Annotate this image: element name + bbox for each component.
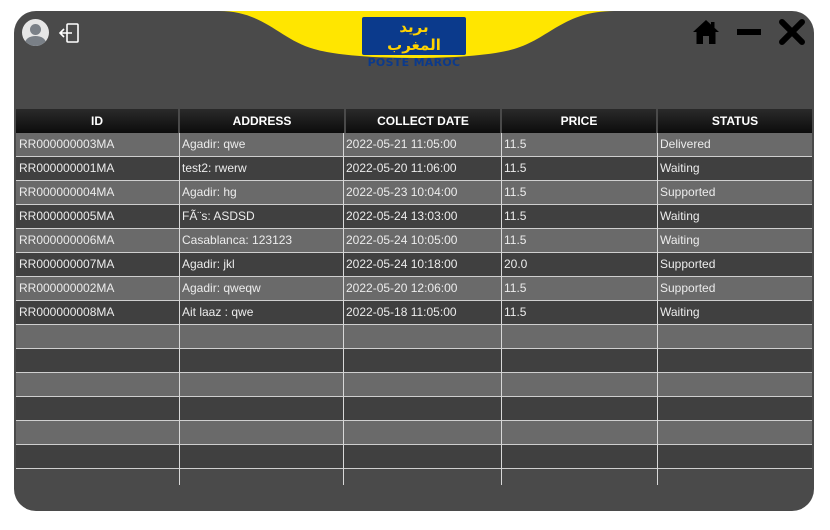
table-row[interactable]: RR000000008MA Ait laaz : qwe 2022-05-18 11… [16, 301, 812, 324]
cell-price: 20.0 [504, 257, 528, 271]
cell-price: 11.5 [504, 161, 527, 175]
cell-address: Agadir: jkl [182, 257, 235, 271]
cell-id: RR000000002MA [19, 281, 115, 295]
cell-collect-date: 2022-05-20 12:06:00 [346, 281, 458, 295]
cell-address: Agadir: qweqw [182, 281, 261, 295]
column-divider [501, 133, 502, 485]
column-header-status[interactable]: STATUS [658, 109, 812, 133]
cell-collect-date: 2022-05-24 10:18:00 [346, 257, 458, 271]
cell-price: 11.5 [504, 137, 527, 151]
cell-id: RR000000004MA [19, 185, 115, 199]
table-row[interactable]: RR000000002MA Agadir: qweqw 2022-05-20 12:… [16, 277, 812, 300]
close-icon[interactable] [779, 19, 805, 45]
minimize-icon[interactable] [736, 20, 762, 44]
cell-status: Delivered [660, 137, 711, 151]
cell-address: Casablanca: 123123 [182, 233, 293, 247]
cell-price: 11.5 [504, 233, 527, 247]
empty-table-row[interactable] [16, 325, 812, 348]
home-icon[interactable] [692, 19, 720, 45]
cell-address: FÃ¨s: ASDSD [182, 209, 255, 223]
logo-arabic-text: بريد المغرب [362, 17, 466, 55]
cell-address: test2: rwerw [182, 161, 247, 175]
user-avatar-icon[interactable] [22, 19, 49, 46]
cell-id: RR000000008MA [19, 305, 115, 319]
table-row[interactable]: RR000000005MA FÃ¨s: ASDSD 2022-05-24 13:03… [16, 205, 812, 228]
column-header-address[interactable]: ADDRESS [180, 109, 344, 133]
empty-table-row[interactable] [16, 397, 812, 420]
empty-table-row[interactable] [16, 445, 812, 468]
empty-table-row[interactable] [16, 349, 812, 372]
logout-icon[interactable] [58, 21, 82, 45]
column-header-id[interactable]: ID [16, 109, 178, 133]
cell-status: Waiting [660, 161, 700, 175]
empty-table-row[interactable] [16, 373, 812, 396]
cell-collect-date: 2022-05-24 13:03:00 [346, 209, 458, 223]
cell-collect-date: 2022-05-21 11:05:00 [346, 137, 457, 151]
cell-status: Supported [660, 257, 716, 271]
column-divider [657, 133, 658, 485]
table-row[interactable]: RR000000003MA Agadir: qwe 2022-05-21 11:05… [16, 133, 812, 156]
table-row[interactable]: RR000000004MA Agadir: hg 2022-05-23 10:04:… [16, 181, 812, 204]
cell-address: Ait laaz : qwe [182, 305, 254, 319]
cell-id: RR000000001MA [19, 161, 115, 175]
cell-status: Waiting [660, 209, 700, 223]
empty-table-row[interactable] [16, 421, 812, 444]
cell-id: RR000000003MA [19, 137, 115, 151]
cell-collect-date: 2022-05-24 10:05:00 [346, 233, 458, 247]
cell-price: 11.5 [504, 281, 527, 295]
table-row[interactable]: RR000000001MA test2: rwerw 2022-05-20 11:0… [16, 157, 812, 180]
cell-status: Supported [660, 281, 716, 295]
column-header-price[interactable]: PRICE [502, 109, 656, 133]
row-divider [16, 468, 812, 469]
main-window: بريد المغرب POSTE MAROC ID ADDRESS COLLECT… [14, 11, 814, 511]
table-row[interactable]: RR000000006MA Casablanca: 123123 2022-05-2… [16, 229, 812, 252]
cell-id: RR000000006MA [19, 233, 115, 247]
column-divider [179, 133, 180, 485]
cell-id: RR000000005MA [19, 209, 115, 223]
cell-status: Waiting [660, 305, 700, 319]
cell-price: 11.5 [504, 185, 527, 199]
logo-french-text: POSTE MAROC [367, 56, 461, 69]
cell-collect-date: 2022-05-18 11:05:00 [346, 305, 457, 319]
column-divider [343, 133, 344, 485]
table-row[interactable]: RR000000007MA Agadir: jkl 2022-05-24 10:18… [16, 253, 812, 276]
cell-address: Agadir: hg [182, 185, 237, 199]
cell-collect-date: 2022-05-23 10:04:00 [346, 185, 458, 199]
column-header-collect-date[interactable]: COLLECT DATE [346, 109, 500, 133]
cell-address: Agadir: qwe [182, 137, 246, 151]
cell-status: Supported [660, 185, 716, 199]
cell-id: RR000000007MA [19, 257, 115, 271]
cell-collect-date: 2022-05-20 11:06:00 [346, 161, 457, 175]
poste-maroc-logo: بريد المغرب POSTE MAROC [362, 17, 466, 69]
cell-status: Waiting [660, 233, 700, 247]
cell-price: 11.5 [504, 209, 527, 223]
cell-price: 11.5 [504, 305, 527, 319]
